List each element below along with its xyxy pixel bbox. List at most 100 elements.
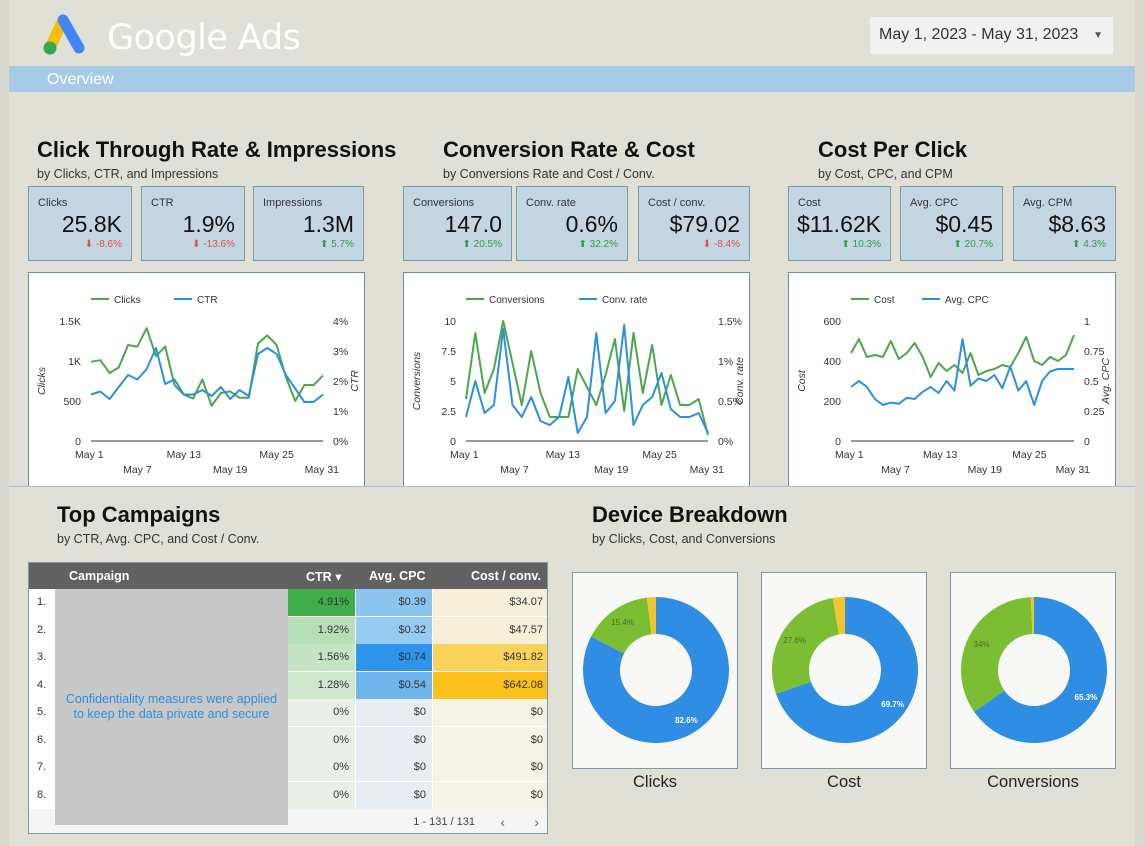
conversion-cost-chart: Conversions Conv. rate 0 2.5 5 7.5 10 0% 0.5% 1% 1… [403,272,750,487]
avg-cpc-cell: $0 [356,781,432,809]
kpi-delta-value: 20.5% [473,239,502,250]
devices-section-title: Device Breakdown [592,502,788,527]
legend-label: Conversions [489,295,545,306]
kpi-label: Avg. CPM [1023,197,1073,209]
brand-title: Google Ads [107,18,301,58]
tab-overview[interactable]: Overview [47,71,114,89]
avg-cpc-cell: $0 [356,699,432,726]
x-tick-label: May 25 [1012,449,1047,461]
kpi-impressions: Impressions 1.3M ⬆ 5.7% [253,186,364,261]
header: Google Ads May 1, 2023 - May 31, 2023 ▼ [9,0,1135,66]
clicks-donut-svg: 82.6% 15.4% [583,597,730,743]
ctr-cell: 0% [288,781,355,809]
kpi-label: Cost [798,197,821,209]
pager-range: 1 - 131 / 131 [413,816,475,828]
x-tick-label: May 7 [500,464,529,476]
clicks-donut-card: 82.6% 15.4% [572,572,738,769]
ctr-cell: 1.28% [288,671,355,699]
avg-cpc-cell: $0.39 [356,589,432,616]
column-header-avg-cpc[interactable]: Avg. CPC [369,569,426,583]
kpi-delta: ⬆ 20.5% [462,239,502,250]
cpc-section-title: Cost Per Click [818,137,968,162]
row-number: 2. [37,623,47,636]
cost-per-conv-cell: $642.08 [433,671,547,699]
x-tick-label: May 13 [546,449,581,461]
kpi-value: 25.8K [61,211,122,237]
kpi-label: CTR [151,197,174,209]
sort-desc-icon: ▾ [335,570,342,584]
arrow-up-icon: ⬆ [462,239,471,250]
row-number: 5. [37,706,47,718]
kpi-value: 147.0 [444,211,502,237]
kpi-cost: Cost $11.62K ⬆ 10.3% [788,186,891,261]
kpi-label: Avg. CPC [910,197,959,209]
y-right-tick-label: 0% [333,436,348,448]
series-line-ctr [90,347,324,403]
cost-per-conv-cell: $0 [433,726,547,754]
y-left-tick-label: 1K [68,356,81,368]
donut-slice-label: 15.4% [611,618,634,627]
date-range-picker[interactable]: May 1, 2023 - May 31, 2023 ▼ [870,17,1113,54]
x-tick-label: May 1 [450,449,479,461]
devices-section-subtitle: by Clicks, Cost, and Conversions [592,532,776,546]
google-ads-logo-icon [43,14,85,55]
top-campaigns-table: Campaign CTR ▾ Avg. CPC Cost / conv. 1. 4… [28,562,548,834]
campaigns-section-title: Top Campaigns [57,502,221,527]
legend-label: Clicks [114,295,141,306]
kpi-value: 0.6% [565,211,618,237]
y-left-tick-label: 10 [444,316,456,328]
arrow-down-icon: ⬇ [702,239,712,250]
kpi-delta-value: 10.3% [852,239,881,250]
ctr-cell: 4.91% [288,589,355,616]
y-left-tick-label: 200 [823,396,841,408]
y-right-tick-label: 0.5 [1084,376,1099,388]
kpi-label: Conv. rate [526,197,576,209]
arrow-up-icon: ⬆ [841,239,850,250]
y-left-tick-label: 1.5K [59,316,81,328]
y-left-axis-title: Conversions [411,351,423,410]
y-left-tick-label: 0 [75,436,81,448]
y-right-tick-label: 0.25 [1084,406,1105,418]
chevron-right-icon[interactable]: › [534,814,539,830]
kpi-ctr: CTR 1.9% ⬇ -13.6% [141,186,245,261]
ctr-line-chart-svg: Clicks CTR 0 500 1K 1.5K 0% 1% 2% 3% 4% Clicks CTR Ma… [36,295,361,476]
chevron-left-icon[interactable]: ‹ [500,814,505,830]
y-left-tick-label: 5 [450,376,456,388]
dropdown-arrow-icon: ▼ [1093,30,1103,41]
cost-donut-card: 69.7% 27.6% [761,572,927,769]
avg-cpc-cell: $0 [356,726,432,754]
y-right-tick-label: 1 [1084,316,1090,328]
avg-cpc-cell: $0.74 [356,644,432,671]
kpi-delta: ⬇ -8.4% [703,239,740,250]
column-header-cost-per-conv[interactable]: Cost / conv. [471,569,541,583]
donut-slice-label: 34% [974,640,990,649]
legend-label: Cost [874,295,895,306]
kpi-conversions: Conversions 147.0 ⬆ 20.5% [403,186,512,261]
kpi-value: $8.63 [1048,211,1106,237]
y-left-tick-label: 400 [823,356,841,368]
cost-per-conv-cell: $491.82 [433,644,547,671]
x-tick-label: May 31 [305,464,340,476]
conv-section-subtitle: by Conversions Rate and Cost / Conv. [443,167,655,181]
campaigns-section-subtitle: by CTR, Avg. CPC, and Cost / Conv. [57,532,260,546]
donut-slice-label: 65.3% [1075,693,1098,702]
column-header-ctr[interactable]: CTR ▾ [306,569,341,584]
report-canvas: Google Ads May 1, 2023 - May 31, 2023 ▼ … [9,0,1135,846]
y-right-tick-label: 4% [333,316,348,328]
ctr-cell: 1.92% [288,616,355,644]
y-right-tick-label: 3% [333,346,348,358]
x-tick-label: May 19 [968,464,1003,476]
x-tick-label: May 7 [123,464,152,476]
y-left-tick-label: 500 [63,396,81,408]
column-header-campaign[interactable]: Campaign [69,569,129,583]
kpi-avg-cpm: Avg. CPM $8.63 ⬆ 4.3% [1013,186,1116,261]
kpi-label: Impressions [263,197,323,209]
kpi-delta-value: -13.6% [203,239,235,250]
y-left-tick-label: 600 [823,316,841,328]
row-number: 6. [37,733,47,746]
kpi-value: 1.3M [302,211,354,237]
y-right-tick-label: 1% [333,406,348,418]
ctr-cell: 1.56% [288,644,355,671]
cost-per-conv-cell: $0 [433,754,547,781]
kpi-conv-rate: Conv. rate 0.6% ⬆ 32.2% [516,186,628,261]
